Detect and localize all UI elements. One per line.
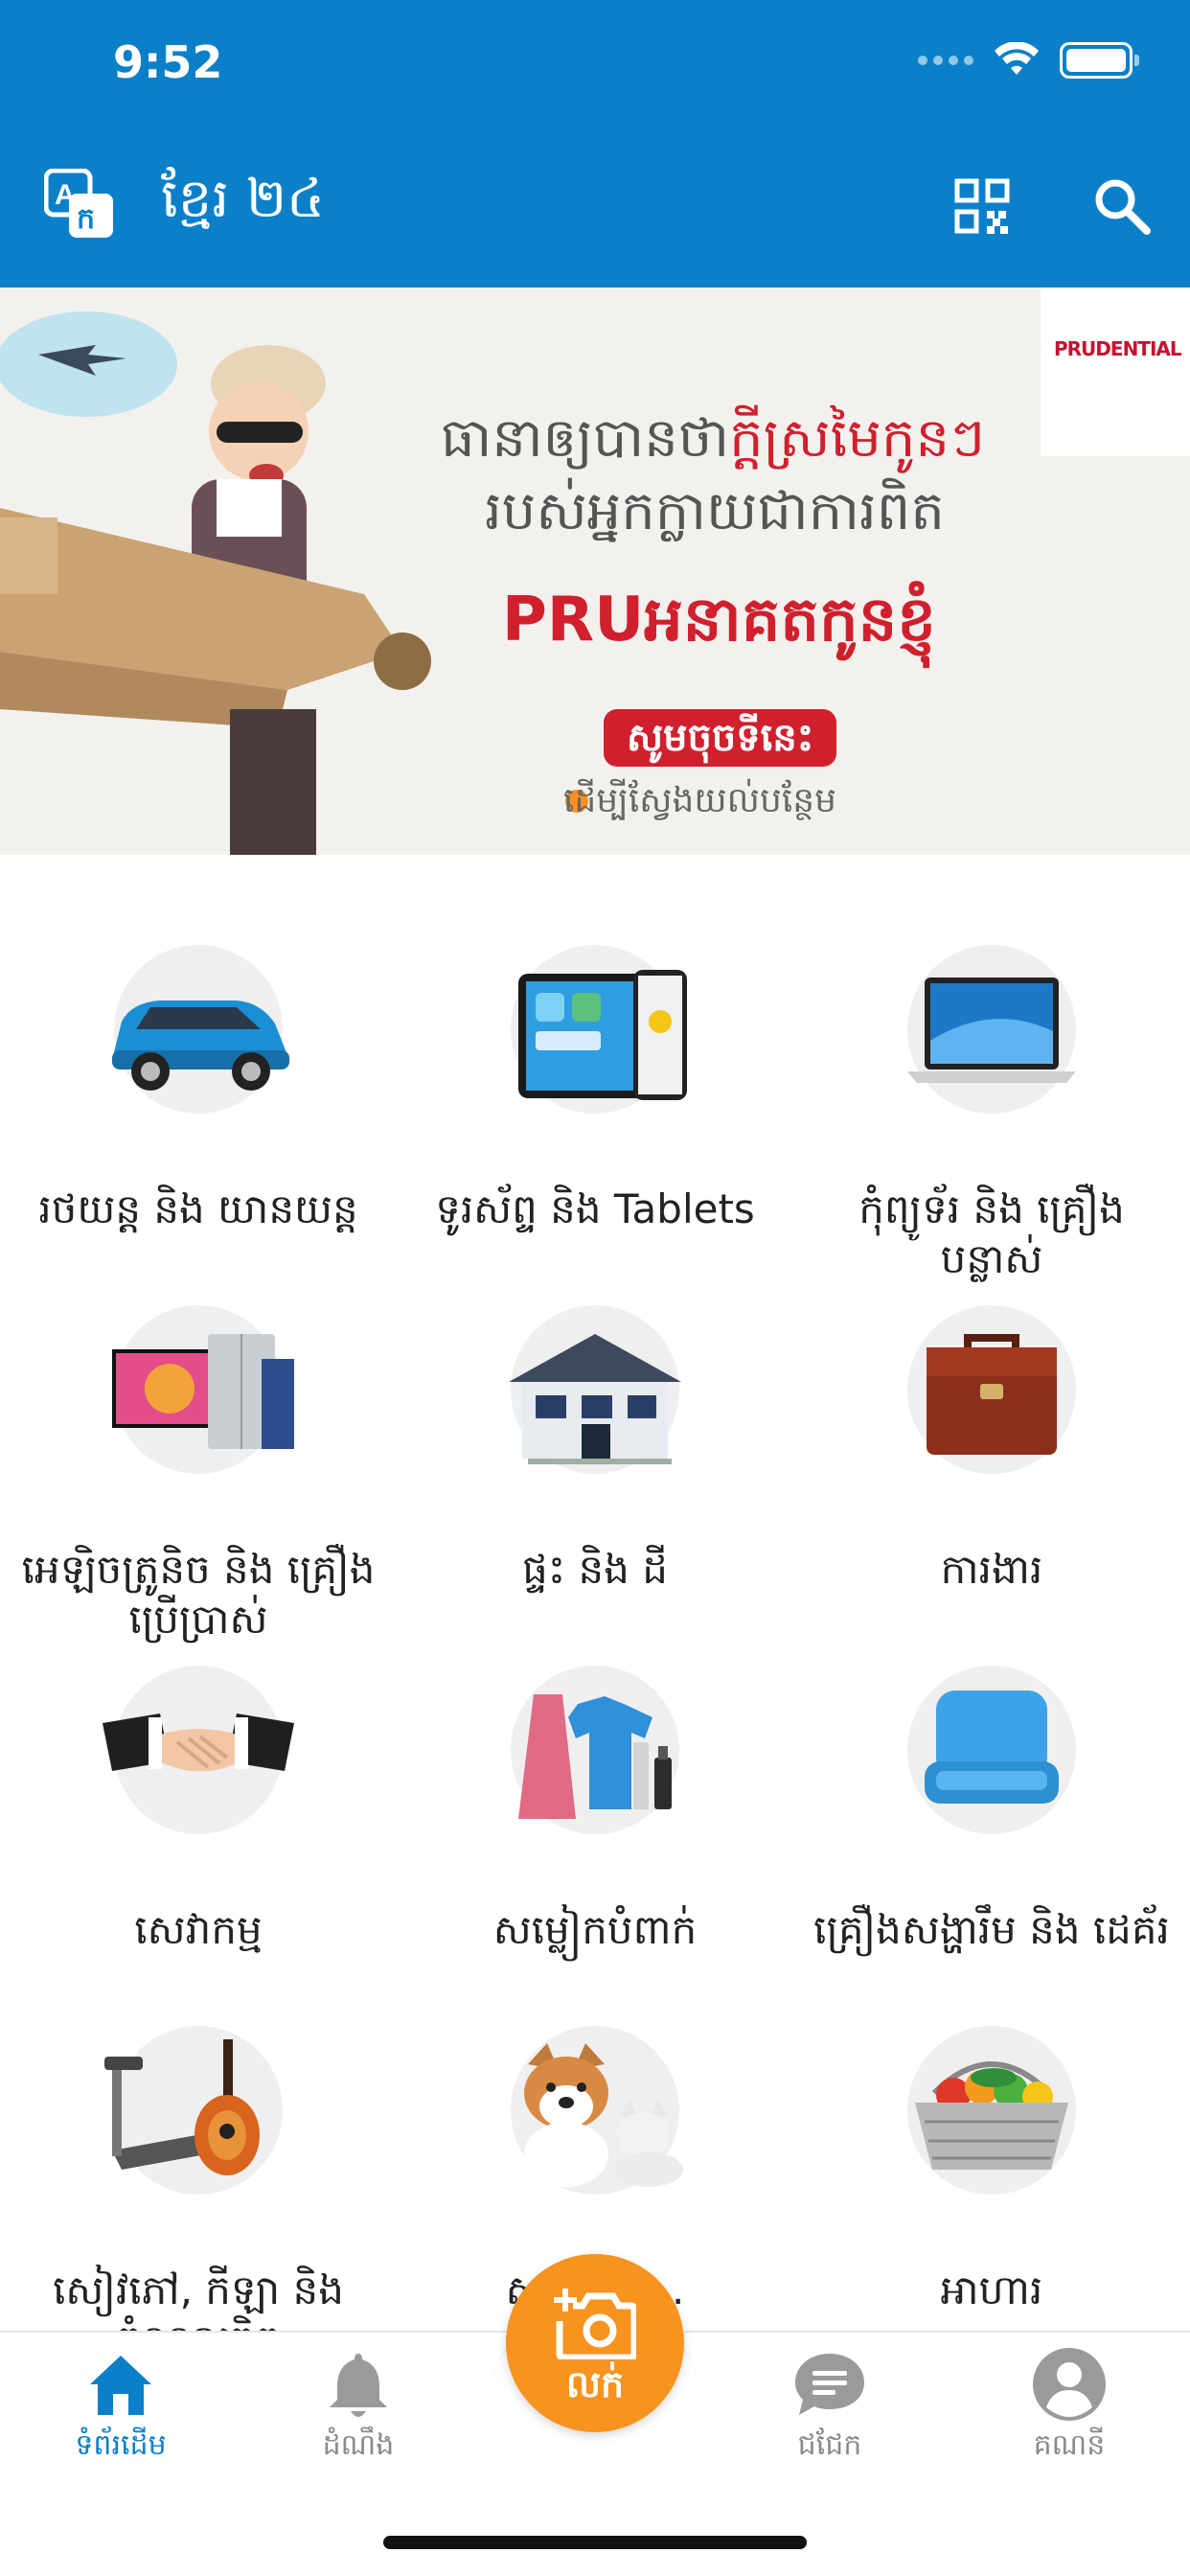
prudential-logo-text: PRUDENTIAL bbox=[1054, 337, 1182, 360]
signal-icon bbox=[918, 56, 973, 65]
handshake-icon bbox=[103, 1714, 294, 1772]
electronics-icon bbox=[112, 1334, 294, 1449]
briefcase-icon bbox=[927, 1334, 1057, 1455]
car-icon bbox=[112, 1000, 289, 1091]
category-food[interactable]: អាហារ bbox=[793, 2026, 1190, 2313]
category-clothing[interactable]: សម្លៀកបំពាក់ bbox=[397, 1666, 793, 1953]
pets-icon bbox=[524, 2043, 683, 2187]
house-icon bbox=[509, 1334, 681, 1464]
chair-icon bbox=[925, 1690, 1059, 1804]
category-label: គ្រឿងសង្ហារឹម និង ដេគ័រ bbox=[813, 1906, 1170, 1953]
app-title: ខ្មែរ ២៤ bbox=[161, 168, 325, 230]
nav-notifications-label: ដំណឹង bbox=[322, 2428, 395, 2462]
prudential-logo bbox=[1041, 288, 1190, 456]
banner-cta-button[interactable]: សូមចុចទីនេះ bbox=[604, 709, 837, 767]
home-indicator bbox=[383, 2536, 807, 2549]
category-real-estate[interactable]: ផ្ទះ និង ដី bbox=[397, 1305, 793, 1593]
category-label: ការងារ bbox=[940, 1546, 1043, 1593]
sell-label: លក់ bbox=[565, 2363, 625, 2405]
translate-icon[interactable]: A ក bbox=[44, 169, 115, 240]
category-hobbies[interactable]: សៀវភៅ, កីឡា និង ចំណូលចិត្ត bbox=[0, 2026, 397, 2363]
category-label: ផ្ទះ និង ដី bbox=[522, 1546, 668, 1593]
category-label: សម្លៀកបំពាក់ bbox=[492, 1906, 698, 1953]
battery-icon bbox=[1060, 42, 1139, 79]
laptop-icon bbox=[907, 978, 1076, 1083]
category-label: រថយន្ត និង យានយន្ត bbox=[38, 1185, 358, 1232]
app-header: 9:52 A ក ខ្មែរ ២៤ bbox=[0, 0, 1190, 288]
hobbies-icon bbox=[104, 2039, 260, 2175]
category-jobs[interactable]: ការងារ bbox=[793, 1305, 1190, 1593]
search-icon[interactable] bbox=[1092, 176, 1152, 236]
category-phones-tablets[interactable]: ទូរស័ព្ទ និង Tablets bbox=[397, 945, 793, 1232]
category-vehicles[interactable]: រថយន្ត និង យានយន្ត bbox=[0, 945, 397, 1232]
add-photo-icon bbox=[554, 2288, 636, 2359]
category-label: អេឡិចត្រូនិច និង គ្រឿងប្រើប្រាស់ bbox=[21, 1546, 376, 1643]
home-icon bbox=[90, 2356, 151, 2415]
child-airplane-illustration bbox=[0, 311, 431, 855]
status-indicators bbox=[918, 42, 1139, 79]
category-label: សេវាកម្ម bbox=[134, 1906, 263, 1953]
banner-line1-start: ធានាឲ្យបានថា bbox=[441, 407, 730, 470]
nav-account-label: គណនី bbox=[1033, 2428, 1106, 2462]
nav-chat-label: ជជែក bbox=[797, 2428, 862, 2462]
category-label: អាហារ bbox=[940, 2266, 1043, 2313]
category-label: កុំព្យូទ័រ និង គ្រឿងបន្លាស់ bbox=[858, 1185, 1125, 1282]
wifi-icon bbox=[995, 42, 1039, 75]
banner-subtext: ដើម្បីស្វែងយល់បន្ថែម bbox=[563, 781, 836, 820]
category-label: ទូរស័ព្ទ និង Tablets bbox=[435, 1185, 755, 1232]
account-icon bbox=[1033, 2348, 1106, 2421]
category-services[interactable]: សេវាកម្ម bbox=[0, 1666, 397, 1953]
banner-headline-rest: អនាគតកូនខ្ញុំ bbox=[644, 585, 936, 656]
phone-tablet-icon bbox=[518, 970, 687, 1100]
clothing-icon bbox=[518, 1694, 672, 1819]
banner-headline: PRUអនាគតកូនខ្ញុំ bbox=[502, 581, 936, 671]
category-electronics[interactable]: អេឡិចត្រូនិច និង គ្រឿងប្រើប្រាស់ bbox=[0, 1305, 397, 1643]
banner-line1-highlight: ក្ដីស្រមៃកូនៗ bbox=[729, 407, 985, 470]
banner-headline-brand: PRU bbox=[502, 585, 645, 656]
nav-chat[interactable]: ជជែក bbox=[753, 2346, 906, 2469]
sell-button[interactable]: លក់ bbox=[506, 2254, 684, 2432]
bell-icon bbox=[330, 2354, 387, 2417]
category-furniture[interactable]: គ្រឿងសង្ហារឹម និង ដេគ័រ bbox=[793, 1666, 1190, 1972]
status-time: 9:52 bbox=[113, 36, 223, 88]
svg-text:ក: ក bbox=[77, 202, 95, 236]
qr-code-icon[interactable] bbox=[954, 178, 1010, 234]
nav-account[interactable]: គណនី bbox=[993, 2346, 1146, 2469]
promo-banner[interactable]: PRUDENTIAL ធានាឲ្យបានថាក្ដីស្រមៃកូនៗ របស… bbox=[0, 288, 1190, 855]
category-computers[interactable]: កុំព្យូទ័រ និង គ្រឿងបន្លាស់ bbox=[793, 945, 1190, 1282]
food-basket-icon bbox=[915, 2061, 1068, 2170]
nav-home-label: ទំព័រដើម bbox=[75, 2428, 167, 2462]
chat-icon bbox=[795, 2354, 864, 2415]
nav-home[interactable]: ទំព័រដើម bbox=[44, 2346, 197, 2469]
banner-line2: របស់អ្នកក្លាយជាការពិត bbox=[485, 480, 945, 542]
banner-line1: ធានាឲ្យបានថាក្ដីស្រមៃកូនៗ bbox=[441, 404, 985, 483]
nav-notifications[interactable]: ដំណឹង bbox=[282, 2346, 435, 2469]
